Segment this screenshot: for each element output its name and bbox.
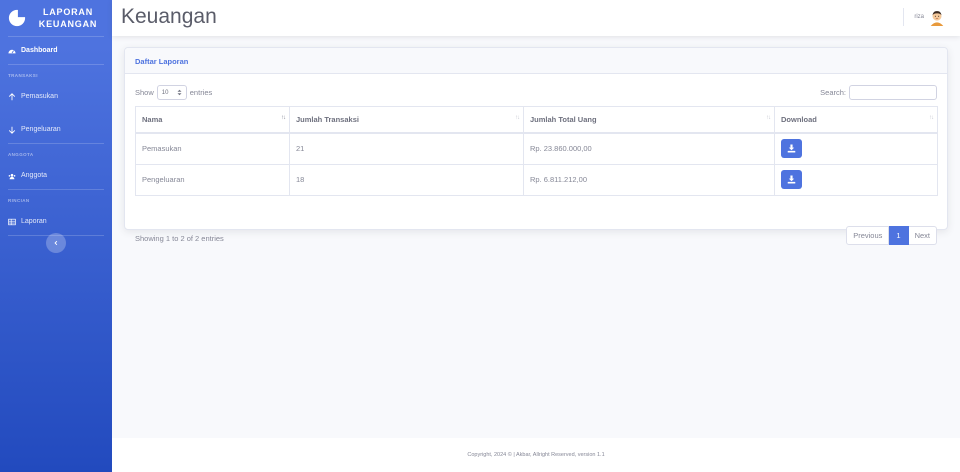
sort-icon: ↑↓ <box>766 115 771 121</box>
sidebar-item-label: Laporan <box>21 218 47 225</box>
arrow-up-icon <box>8 92 16 100</box>
sidebar-item-label: Pemasukan <box>21 93 58 100</box>
sidebar-item-pengeluaran[interactable]: Pengeluaran <box>0 116 112 143</box>
pagination-page-1[interactable]: 1 <box>889 226 909 245</box>
sidebar-item-label: Pengeluaran <box>21 126 61 133</box>
cell-download <box>774 132 938 165</box>
column-header-nama[interactable]: Nama ↑↓ <box>135 106 290 134</box>
table-icon <box>8 218 16 225</box>
pagination: Previous 1 Next <box>846 226 937 245</box>
page-length-select[interactable]: 10 <box>156 85 187 100</box>
table-row: Pemasukan 21 Rp. 23.860.000,00 <box>135 132 938 165</box>
sort-icon: ↑↓ <box>929 115 934 121</box>
topbar: Keuangan riza <box>112 0 960 36</box>
cell-nama: Pemasukan <box>135 132 290 165</box>
report-card: Daftar Laporan Show 10 entries Search: N… <box>124 47 948 245</box>
show-label: Show <box>135 88 154 97</box>
card-title: Daftar Laporan <box>125 48 947 74</box>
footer: Copyright, 2024 © | Akbar, Allright Rese… <box>112 438 960 472</box>
users-icon <box>8 173 16 179</box>
sort-asc-icon: ↑↓ <box>281 115 286 121</box>
page-length-value: 10 <box>161 89 169 96</box>
download-icon <box>787 175 796 184</box>
tachometer-icon <box>8 49 16 53</box>
pie-chart-icon <box>8 9 26 27</box>
search-control: Search: <box>820 85 937 100</box>
sidebar: LAPORAN KEUANGAN Dashboard TRANSAKSI Pem… <box>0 0 112 472</box>
cell-jumlah-transaksi: 18 <box>289 163 524 196</box>
download-button[interactable] <box>781 139 802 158</box>
sidebar-heading-rincian: RINCIAN <box>8 198 30 203</box>
brand-line-2: KEUANGAN <box>38 19 98 29</box>
page-length-control: Show 10 entries <box>135 85 212 100</box>
download-button[interactable] <box>781 170 802 190</box>
table-info: Showing 1 to 2 of 2 entries <box>135 234 224 243</box>
table-row: Pengeluaran 18 Rp. 6.811.212,00 <box>135 163 938 196</box>
sidebar-item-label: Anggota <box>21 172 48 179</box>
report-table: Nama ↑↓ Jumlah Transaksi ↑↓ Jumlah Total… <box>135 106 938 196</box>
select-arrows-icon <box>177 89 182 96</box>
user-avatar-icon[interactable] <box>928 8 946 26</box>
cell-jumlah-total-uang: Rp. 23.860.000,00 <box>523 132 775 165</box>
brand-line-1: LAPORAN <box>42 7 94 17</box>
sidebar-heading-transaksi: TRANSAKSI <box>8 73 38 78</box>
table-header-row: Nama ↑↓ Jumlah Transaksi ↑↓ Jumlah Total… <box>135 106 938 134</box>
pagination-next-button[interactable]: Next <box>908 226 937 245</box>
column-header-download[interactable]: Download ↑↓ <box>774 106 938 134</box>
topbar-divider <box>903 8 905 26</box>
sidebar-heading-anggota: ANGGOTA <box>8 152 34 157</box>
sidebar-item-label: Dashboard <box>21 47 58 54</box>
search-label: Search: <box>820 88 846 97</box>
cell-jumlah-total-uang: Rp. 6.811.212,00 <box>523 163 775 196</box>
page-title: Keuangan <box>121 5 217 28</box>
pagination-previous-button[interactable]: Previous <box>846 226 890 245</box>
arrow-down-icon <box>8 126 16 134</box>
sidebar-toggle-button[interactable] <box>46 233 66 253</box>
entries-label: entries <box>189 88 213 97</box>
chevron-left-icon <box>54 240 58 246</box>
sort-icon: ↑↓ <box>515 115 520 121</box>
search-input[interactable] <box>849 85 937 100</box>
footer-copyright: Copyright, 2024 © | Akbar, Allright Rese… <box>467 452 605 458</box>
user-name[interactable]: riza <box>914 14 924 20</box>
sidebar-item-pemasukan[interactable]: Pemasukan <box>0 83 112 110</box>
cell-nama: Pengeluaran <box>135 163 290 196</box>
column-header-jumlah-transaksi[interactable]: Jumlah Transaksi ↑↓ <box>289 106 524 134</box>
column-header-jumlah-total-uang[interactable]: Jumlah Total Uang ↑↓ <box>523 106 775 134</box>
sidebar-item-anggota[interactable]: Anggota <box>0 162 112 189</box>
brand-text: LAPORAN KEUANGAN <box>32 6 104 30</box>
sidebar-item-laporan[interactable]: Laporan <box>0 208 112 235</box>
sidebar-brand[interactable]: LAPORAN KEUANGAN <box>0 0 112 36</box>
sidebar-item-dashboard[interactable]: Dashboard <box>0 37 112 64</box>
cell-jumlah-transaksi: 21 <box>289 132 524 165</box>
cell-download <box>774 163 938 196</box>
user-dropdown[interactable]: riza <box>903 8 946 26</box>
download-icon <box>787 144 796 153</box>
